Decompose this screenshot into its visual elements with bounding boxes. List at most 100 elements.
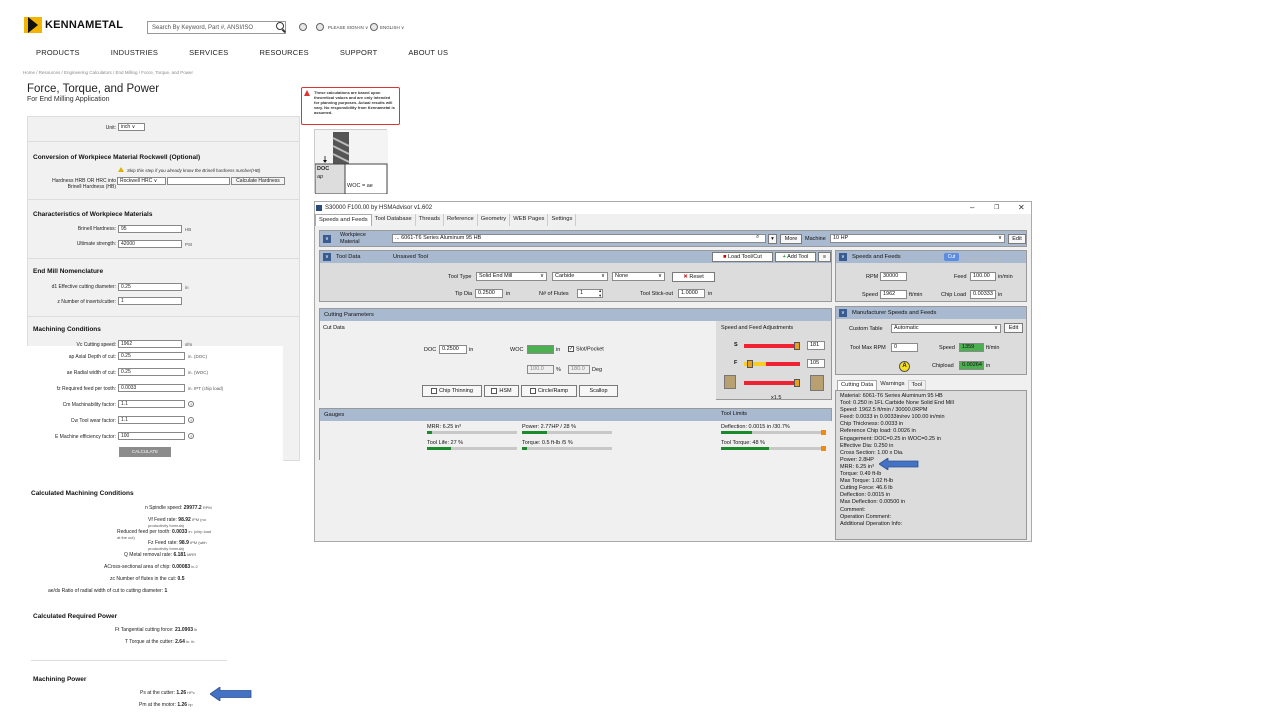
speeds-feeds-panel: ∨ Speeds and Feeds Cut ☆☆☆☆☆ RPM 30000 F… (835, 250, 1027, 302)
stickout-input[interactable]: 1.0000 (678, 289, 705, 298)
minimize-icon[interactable]: – (970, 203, 974, 212)
tab-cutting-data[interactable]: Cutting Data (837, 380, 878, 390)
calculate-button[interactable]: CALCULATE (119, 447, 171, 457)
help-icon[interactable]: ? (188, 433, 194, 439)
checkbox-icon (491, 387, 498, 394)
add-tool-button[interactable]: + Add Tool (775, 252, 816, 262)
breadcrumb[interactable]: Home / Resources / Engineering Calculato… (23, 70, 193, 75)
cw-input[interactable]: 1.1 (118, 416, 185, 424)
search-input[interactable]: Search By Keyword, Part #, ANSI/ISO (147, 21, 286, 34)
search-icon[interactable] (276, 22, 284, 30)
help-icon[interactable]: ? (188, 401, 194, 407)
nav-services[interactable]: SERVICES (189, 48, 228, 57)
user-icon[interactable] (316, 23, 324, 31)
scallop-button[interactable]: Scallop (579, 385, 618, 397)
more-button[interactable]: More (780, 234, 802, 244)
globe-icon[interactable] (370, 23, 378, 31)
kennametal-logo[interactable]: KENNAMETAL (24, 17, 123, 33)
slot-pocket-checkbox[interactable]: ✓ Slot/Pocket (568, 346, 604, 352)
brinell-input[interactable]: 95 (118, 225, 182, 233)
calculate-hardness-button[interactable]: Calculate Hardness (231, 177, 285, 185)
circle-ramp-toggle[interactable]: Circle/Ramp (521, 385, 577, 397)
material-dropdown-icon[interactable]: ▾ (768, 234, 777, 244)
doc-input[interactable]: 0.2500 (439, 345, 467, 354)
collapse-icon[interactable]: ∨ (323, 253, 331, 261)
nav-about-us[interactable]: ABOUT US (408, 48, 448, 57)
speed-input[interactable]: 1962 (880, 290, 907, 299)
stickout-slider[interactable] (744, 381, 800, 385)
z-label: z Number of inserts/cutter: (57, 299, 116, 305)
machine-edit-button[interactable]: Edit (1008, 234, 1026, 244)
max-rpm-input[interactable]: 0 (891, 343, 918, 352)
ultimate-input[interactable]: 42000 (118, 240, 182, 248)
menu-icon[interactable]: ≡ (818, 252, 831, 262)
machine-select[interactable]: 10 HP ∨ (830, 234, 1005, 243)
help-icon[interactable]: ? (188, 417, 194, 423)
speed-adjust-input[interactable]: 181 (807, 341, 825, 350)
collapse-icon[interactable]: ∨ (839, 309, 847, 317)
speed-slider[interactable] (744, 344, 800, 348)
nav-resources[interactable]: RESOURCES (260, 48, 309, 57)
hsm-toggle[interactable]: HSM (484, 385, 519, 397)
collapse-icon[interactable]: ∨ (839, 253, 847, 261)
tab-threads[interactable]: Threads (416, 214, 444, 226)
tab-tool-database[interactable]: Tool Database (372, 214, 416, 226)
tab-tool[interactable]: Tool (907, 380, 927, 390)
fz-input[interactable]: 0.0033 (118, 384, 185, 392)
rating-stars[interactable]: ☆☆☆☆☆ (962, 250, 1002, 268)
tip-dia-input[interactable]: 0.2500 (475, 289, 503, 298)
sign-in-link[interactable]: PLEASE SIGN-IN ∨ (328, 25, 368, 31)
vc-input[interactable]: 1962 (118, 340, 182, 348)
nav-products[interactable]: PRODUCTS (36, 48, 80, 57)
language-selector[interactable]: ENGLISH ∨ (380, 25, 404, 31)
hardness-type-select[interactable]: Rockwell HRC ∨ (117, 177, 166, 185)
custom-table-select[interactable]: Automatic ∨ (891, 324, 1001, 333)
nav-support[interactable]: SUPPORT (340, 48, 378, 57)
feed-adjust-input[interactable]: 105 (807, 359, 825, 368)
custom-table-edit-button[interactable]: Edit (1004, 323, 1023, 333)
cart-icon[interactable] (299, 23, 307, 31)
rpm-input[interactable]: 30000 (880, 272, 907, 281)
cut-badge[interactable]: Cut (944, 253, 959, 261)
nav-industries[interactable]: INDUSTRIES (111, 48, 158, 57)
e-input[interactable]: 100 (118, 432, 185, 440)
cm-input[interactable]: 1.1 (118, 400, 185, 408)
chip-thinning-toggle[interactable]: Chip Thinning (422, 385, 482, 397)
feed-input[interactable]: 100.00 (970, 272, 996, 281)
feed-slider-handle[interactable] (747, 360, 753, 368)
tool-material-select[interactable]: Carbide ∨ (552, 272, 608, 281)
ap-input[interactable]: 0.25 (118, 352, 185, 360)
reset-button[interactable]: ✕ Reset (672, 272, 715, 282)
z-input[interactable]: 1 (118, 297, 182, 305)
ae-input[interactable]: 0.25 (118, 368, 185, 376)
tab-reference[interactable]: Reference (444, 214, 478, 226)
tab-settings[interactable]: Settings (548, 214, 577, 226)
tab-web-pages[interactable]: WEB Pages (510, 214, 549, 226)
tab-warnings[interactable]: Warnings (877, 380, 907, 390)
collapse-icon[interactable]: ∨ (323, 235, 331, 243)
percent-input[interactable]: 100.0 (527, 365, 554, 374)
coating-select[interactable]: None ∨ (612, 272, 665, 281)
workpiece-material-field[interactable]: ... 6061-T6 Series Aluminum 95 HB (392, 234, 766, 243)
gauge-tool-life-bar (427, 447, 517, 450)
spinner-icon[interactable]: ▴ ▾ (599, 288, 601, 298)
load-tool-button[interactable]: ■ Load Tool/Cut (712, 252, 773, 262)
app-icon (316, 205, 322, 211)
hardness-input[interactable] (167, 177, 230, 185)
chipload-input[interactable]: 0.00333 (970, 290, 996, 299)
speed-slider-handle[interactable] (794, 342, 800, 350)
max-rpm-label: Tool Max RPM (850, 345, 886, 351)
tab-speeds-and-feeds[interactable]: Speeds and Feeds (315, 214, 372, 226)
close-icon[interactable]: ✕ (1018, 203, 1025, 212)
tab-geometry[interactable]: Geometry (478, 214, 511, 226)
search-icon[interactable]: ⌕ (756, 234, 759, 241)
window-titlebar: S30000 F100.00 by HSMAdvisor v1.602 (315, 202, 1031, 214)
speed-unit: ft/min (909, 292, 923, 298)
unit-select[interactable]: inch ∨ (118, 123, 145, 131)
tool-type-select[interactable]: Solid End Mill ∨ (476, 272, 547, 281)
maximize-icon[interactable]: ❐ (994, 204, 999, 211)
woc-input[interactable] (527, 345, 554, 354)
stickout-slider-handle[interactable] (794, 379, 800, 387)
d1-input[interactable]: 0.25 (118, 283, 182, 291)
degree-input[interactable]: 180.0 (568, 365, 590, 374)
